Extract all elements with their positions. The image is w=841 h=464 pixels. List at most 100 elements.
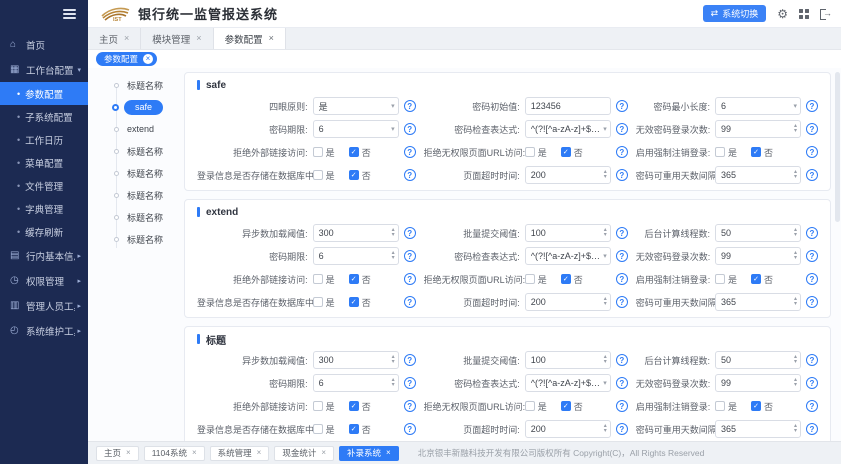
checkbox-icon[interactable]: ✓ [349,274,359,284]
number-input[interactable]: 6 ▴ ▾ [313,374,399,392]
select-input[interactable]: 6 ▾ [313,120,399,138]
sidebar-subitem-work-calendar[interactable]: • 工作日历 [0,128,88,151]
help-icon[interactable]: ? [806,123,818,135]
number-stepper[interactable]: ▴ ▾ [794,297,797,307]
bottom-tab-supplement-system[interactable]: 补录系统 × [339,446,399,461]
checkbox-icon[interactable]: ✓ [349,297,359,307]
number-stepper[interactable]: ▴ ▾ [604,424,607,434]
yes-checkbox[interactable]: 是 [715,273,737,286]
tab-param-config[interactable]: 参数配置 × [214,28,286,49]
bottom-tab-1104-system[interactable]: 1104系统 × [144,446,205,461]
help-icon[interactable]: ? [616,296,628,308]
no-checkbox[interactable]: ✓ 否 [751,400,773,413]
help-icon[interactable]: ? [404,169,416,181]
number-stepper[interactable]: ▴ ▾ [392,355,395,365]
help-icon[interactable]: ? [806,100,818,112]
no-checkbox[interactable]: ✓ 否 [561,400,583,413]
checkbox-icon[interactable] [525,147,535,157]
help-icon[interactable]: ? [806,146,818,158]
help-icon[interactable]: ? [404,273,416,285]
help-icon[interactable]: ? [616,169,628,181]
checkbox-icon[interactable] [313,401,323,411]
number-input[interactable]: 200 ▴ ▾ [525,420,611,438]
close-icon[interactable]: × [269,34,274,43]
number-input[interactable]: 300 ▴ ▾ [313,351,399,369]
sidebar-subitem-dict-management[interactable]: • 字典管理 [0,197,88,220]
close-icon[interactable]: × [126,449,131,457]
chevron-down-icon[interactable]: ▾ [794,129,797,134]
number-stepper[interactable]: ▴ ▾ [794,378,797,388]
bottom-tab-home[interactable]: 主页 × [96,446,139,461]
number-stepper[interactable]: ▴ ▾ [604,297,607,307]
chevron-down-icon[interactable]: ▾ [794,175,797,180]
yes-checkbox[interactable]: 是 [525,400,547,413]
chevron-down-icon[interactable]: ▾ [604,429,607,434]
checkbox-icon[interactable] [313,424,323,434]
help-icon[interactable]: ? [404,296,416,308]
no-checkbox[interactable]: ✓ 否 [349,423,371,436]
checkbox-icon[interactable] [525,274,535,284]
help-icon[interactable]: ? [616,400,628,412]
gear-icon[interactable]: ⚙ [777,8,788,20]
help-icon[interactable]: ? [616,250,628,262]
chevron-down-icon[interactable]: ▾ [392,233,395,238]
checkbox-icon[interactable]: ✓ [349,401,359,411]
close-icon[interactable]: × [257,449,262,457]
sidebar-subitem-subsystem-config[interactable]: • 子系统配置 [0,105,88,128]
help-icon[interactable]: ? [806,273,818,285]
close-icon[interactable]: × [143,54,153,64]
select-input[interactable]: ^(?![^a-zA-z]+$)(?!\D+$)[0-9A-Za-z] ▾ [525,374,611,392]
anchor-item[interactable]: 标题名称 [106,166,184,180]
number-stepper[interactable]: ▴ ▾ [794,251,797,261]
checkbox-icon[interactable] [715,147,725,157]
tab-module-management[interactable]: 模块管理 × [141,28,213,49]
no-checkbox[interactable]: ✓ 否 [349,273,371,286]
anchor-item[interactable]: 标题名称 [106,188,184,202]
chevron-down-icon[interactable]: ▾ [604,175,607,180]
text-input[interactable]: 123456 [525,97,611,115]
logout-icon[interactable] [820,8,831,19]
no-checkbox[interactable]: ✓ 否 [349,169,371,182]
number-input[interactable]: 6 ▴ ▾ [313,247,399,265]
bottom-tab-system-management[interactable]: 系统管理 × [210,446,270,461]
chevron-down-icon[interactable]: ▾ [794,302,797,307]
anchor-item[interactable]: 标题名称 [106,78,184,92]
help-icon[interactable]: ? [404,400,416,412]
sidebar-subitem-file-management[interactable]: • 文件管理 [0,174,88,197]
help-icon[interactable]: ? [404,423,416,435]
number-stepper[interactable]: ▴ ▾ [794,424,797,434]
anchor-item[interactable]: 标题名称 [106,144,184,158]
anchor-item[interactable]: 标题名称 [106,232,184,246]
anchor-item[interactable]: extend [106,122,184,136]
system-switch-button[interactable]: ⇄ 系统切换 [703,5,767,22]
number-input[interactable]: 99 ▴ ▾ [715,247,801,265]
chevron-down-icon[interactable]: ▾ [794,256,797,261]
no-checkbox[interactable]: ✓ 否 [561,273,583,286]
yes-checkbox[interactable]: 是 [525,146,547,159]
help-icon[interactable]: ? [806,400,818,412]
yes-checkbox[interactable]: 是 [715,146,737,159]
yes-checkbox[interactable]: 是 [715,400,737,413]
checkbox-icon[interactable]: ✓ [561,147,571,157]
yes-checkbox[interactable]: 是 [313,296,335,309]
checkbox-icon[interactable]: ✓ [751,401,761,411]
help-icon[interactable]: ? [616,227,628,239]
help-icon[interactable]: ? [806,354,818,366]
number-stepper[interactable]: ▴ ▾ [604,228,607,238]
number-stepper[interactable]: ▴ ▾ [604,170,607,180]
close-icon[interactable]: × [321,449,326,457]
yes-checkbox[interactable]: 是 [313,169,335,182]
no-checkbox[interactable]: ✓ 否 [751,273,773,286]
checkbox-icon[interactable]: ✓ [349,424,359,434]
checkbox-icon[interactable]: ✓ [561,401,571,411]
help-icon[interactable]: ? [616,123,628,135]
help-icon[interactable]: ? [616,146,628,158]
checkbox-icon[interactable]: ✓ [561,274,571,284]
yes-checkbox[interactable]: 是 [313,423,335,436]
checkbox-icon[interactable] [313,297,323,307]
chevron-down-icon[interactable]: ▾ [392,360,395,365]
chevron-down-icon[interactable]: ▾ [604,360,607,365]
checkbox-icon[interactable] [715,274,725,284]
checkbox-icon[interactable]: ✓ [751,274,761,284]
sidebar-item-home[interactable]: ⌂ 首页 [0,32,88,57]
